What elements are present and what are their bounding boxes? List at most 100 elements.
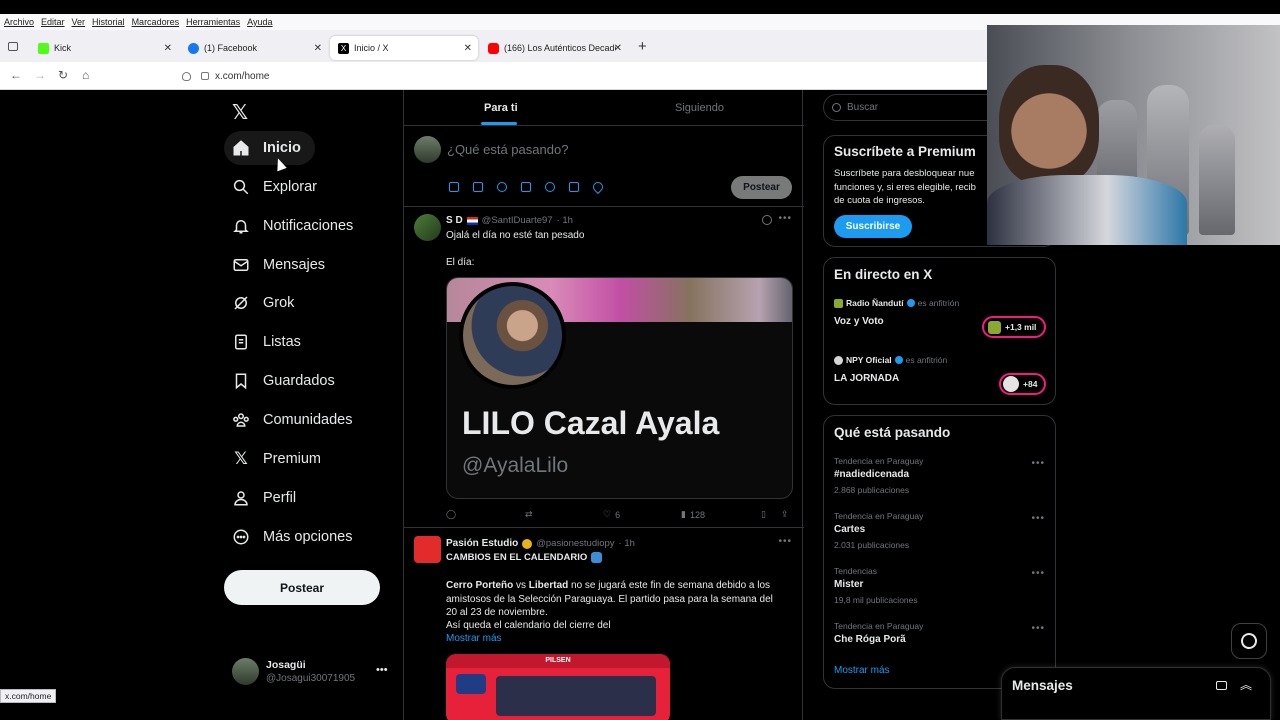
image-icon[interactable] [449,182,459,192]
live-item[interactable]: NPY Oficial es anfitrión LA JORNADA +84 [824,353,1057,401]
close-tab-icon[interactable]: ✕ [164,43,172,54]
facebook-favicon-icon [188,42,199,54]
nav-label: Listas [263,334,301,350]
youtube-favicon-icon [488,42,499,54]
messages-drawer[interactable]: Mensajes ︽ [1001,667,1271,720]
show-more-link[interactable]: Mostrar más [446,633,502,644]
card-title: LILO Cazal Ayala [462,405,720,441]
reload-icon[interactable]: ↻ [58,68,68,82]
tab-title: Inicio / X [354,43,389,53]
nav-label: Perfil [263,490,297,506]
tab-siguiendo[interactable]: Siguiendo [675,102,724,114]
gif-icon[interactable] [473,182,483,192]
menu-historial[interactable]: Historial [92,17,125,27]
close-tab-icon[interactable]: ✕ [464,43,472,54]
tweet[interactable]: Pasión Estudio @pasionestudiopy · 1h •••… [404,528,804,720]
live-listeners-pill[interactable]: +1,3 mil [982,316,1046,338]
timeline-column: Para ti Siguiendo ¿Qué está pasando? Pos… [403,90,804,720]
browser-tab-youtube[interactable]: (166) Los Auténticos Decadente ✕ [480,36,628,60]
address-bar[interactable]: x.com/home [176,66,996,86]
nav-item-explorar[interactable]: Explorar [224,170,331,204]
bookmark-button[interactable]: ▯ [761,509,766,520]
live-item[interactable]: Radio Ñandutí es anfitrión Voz y Voto +1… [824,296,1057,344]
search-input[interactable]: Buscar [847,102,878,113]
nav-item-notificaciones[interactable]: Notificaciones [224,209,367,243]
nav-item-inicio[interactable]: Inicio [224,131,315,165]
menu-ver[interactable]: Ver [72,17,86,27]
nav-label: Explorar [263,179,317,195]
menu-editar[interactable]: Editar [41,17,65,27]
menu-archivo[interactable]: Archivo [4,17,34,27]
account-switcher[interactable]: Josagüi @Josagui30071905 ••• [224,652,394,692]
tweet-text: Ojalá el día no esté tan pesado [446,230,585,241]
new-message-icon[interactable] [1216,681,1227,690]
share-button[interactable]: ⇪ [781,509,789,520]
more-icon[interactable]: ••• [1031,568,1045,579]
nav-item-listas[interactable]: Listas [224,325,315,359]
trend-item[interactable]: Tendencias Mister 19,8 mil publicaciones… [824,566,1057,614]
close-tab-icon[interactable]: ✕ [314,43,322,54]
menu-ayuda[interactable]: Ayuda [247,17,272,27]
forward-arrow-icon[interactable]: → [34,68,46,82]
tweet[interactable]: S D @SantIDuarte97 · 1h ••• Ojalá el día… [404,207,804,527]
location-icon[interactable] [590,179,606,195]
post-button[interactable]: Postear [224,570,380,605]
menu-marcadores[interactable]: Marcadores [132,17,180,27]
more-icon[interactable]: ••• [1031,513,1045,524]
emoji-icon[interactable] [545,182,555,192]
grok-icon[interactable] [762,215,772,225]
subscribe-button[interactable]: Suscribirse [834,215,912,238]
nav-item-premium[interactable]: 𝕏 Premium [224,442,335,476]
home-page-icon[interactable]: ⌂ [82,68,89,82]
browser-tab-x[interactable]: X Inicio / X ✕ [330,36,478,60]
grok-icon[interactable] [497,182,507,192]
like-button[interactable]: ♡ 6 [603,509,620,520]
expand-icon[interactable]: ︽ [1240,676,1252,693]
compose-post-button[interactable]: Postear [731,176,792,199]
back-arrow-icon[interactable]: ← [10,68,22,82]
new-tab-icon[interactable]: + [638,38,647,55]
compose-input[interactable]: ¿Qué está pasando? [447,142,568,157]
tab-overview-icon[interactable] [8,42,18,51]
image-label: PILSEN [446,654,670,668]
nav-item-grok[interactable]: Grok [224,286,308,320]
reply-button[interactable]: ◯ [446,509,456,520]
tweet-media[interactable]: LILO Cazal Ayala @AyalaLilo [446,277,793,499]
lock-icon [201,72,209,80]
tweet-media[interactable]: PILSEN [446,654,670,720]
tab-para-ti[interactable]: Para ti [484,102,518,114]
trend-item[interactable]: Tendencia en Paraguay Cartes 2.031 publi… [824,511,1057,559]
reply-icon: ◯ [446,509,457,519]
views-button[interactable]: ▮ 128 [681,509,705,520]
nav-item-mensajes[interactable]: Mensajes [224,248,339,282]
nav-item-perfil[interactable]: Perfil [224,481,310,515]
paraguay-flag-icon [466,216,478,225]
avatar [414,536,441,563]
trend-item[interactable]: Tendencia en Paraguay Che Róga Porã ••• [824,621,1057,651]
nav-item-mas-opciones[interactable]: Más opciones [224,520,366,554]
share-icon: ⇪ [781,509,789,519]
more-icon[interactable]: ••• [1031,458,1045,469]
nav-item-comunidades[interactable]: Comunidades [224,403,366,437]
more-icon[interactable]: ••• [376,664,388,676]
close-tab-icon[interactable]: ✕ [614,43,622,54]
heart-icon: ♡ [603,509,612,519]
trend-item[interactable]: Tendencia en Paraguay #nadiedicenada 2.8… [824,456,1057,504]
more-icon[interactable]: ••• [1031,623,1045,634]
nav-label: Grok [263,295,295,311]
x-logo-icon[interactable]: 𝕏 [232,100,248,125]
tweet-text: Cerro Porteño vs Libertad no se jugará e… [446,579,786,620]
schedule-icon[interactable] [569,182,579,192]
more-icon[interactable]: ••• [778,536,792,547]
more-icon[interactable]: ••• [778,213,792,224]
live-listeners-pill[interactable]: +84 [999,373,1046,395]
show-more-link[interactable]: Mostrar más [834,665,890,676]
browser-tab-kick[interactable]: Kick ✕ [30,36,178,60]
menu-herramientas[interactable]: Herramientas [186,17,240,27]
browser-tab-facebook[interactable]: (1) Facebook ✕ [180,36,328,60]
poll-icon[interactable] [521,182,531,192]
tweet-text: El día: [446,257,475,268]
nav-item-guardados[interactable]: Guardados [224,364,349,398]
repost-button[interactable]: ⇄ [525,509,533,520]
grok-float-button[interactable] [1231,623,1267,659]
